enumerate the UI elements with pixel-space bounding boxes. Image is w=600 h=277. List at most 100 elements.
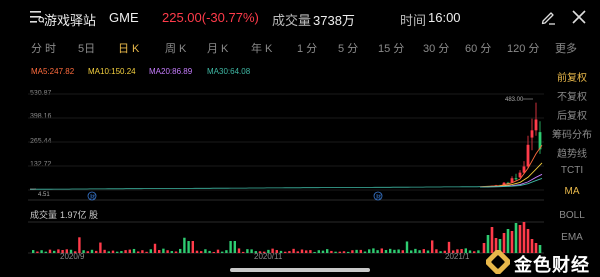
volume-bar [426, 250, 430, 253]
indicator-ema[interactable]: EMA [544, 232, 600, 243]
tab-60min[interactable]: 60 分 [465, 40, 491, 56]
candle [518, 172, 522, 178]
indicator-boll[interactable]: BOLL [544, 210, 600, 221]
volume-bar [292, 248, 295, 253]
kline-chart[interactable]: 483.00 4.51 财 财 [0, 60, 544, 255]
volume-bar [40, 250, 43, 253]
volume-bar [418, 250, 421, 253]
volume-bar [363, 251, 367, 253]
tab-more[interactable]: 更多 [555, 40, 577, 56]
volume-bar [48, 249, 52, 253]
adjust-forward[interactable]: 前复权 [544, 69, 600, 84]
volume-bar [145, 251, 148, 253]
volume-bar [368, 249, 371, 253]
volume-bar [393, 249, 396, 253]
volume-bar [229, 241, 232, 253]
volume-bar [522, 222, 526, 253]
candle [530, 130, 534, 138]
volume-bar [526, 229, 530, 253]
volume-bar [179, 248, 182, 253]
volume-bar [103, 249, 106, 253]
candle [534, 119, 538, 131]
close-icon[interactable] [572, 10, 586, 24]
volume-bar [36, 251, 39, 253]
volume-bar [305, 250, 308, 253]
volume-bar [482, 243, 486, 253]
volume-bar [347, 251, 350, 253]
volume-bar [242, 251, 245, 253]
chip-distribution[interactable]: 筹码分布 [544, 126, 600, 141]
stock-name: 游戏驿站 [44, 13, 97, 28]
volume-bar [326, 249, 329, 253]
volume-bar [120, 251, 123, 253]
tab-30min[interactable]: 30 分 [423, 40, 449, 56]
time-label: 时间 [400, 13, 427, 28]
volume-bar [124, 250, 127, 253]
volume-bar [376, 250, 379, 253]
volume-bar [225, 250, 228, 253]
volume-bar [405, 241, 409, 253]
volume-bar [208, 250, 211, 253]
volume-bar [338, 251, 341, 253]
volume-bar [128, 249, 131, 253]
volume-bar [174, 251, 178, 253]
volume-bar [250, 249, 253, 253]
volume-bar [78, 237, 81, 253]
adjust-none[interactable]: 不复权 [544, 88, 600, 103]
high-marker: 483.00 [505, 97, 533, 103]
watermark-logo-icon [486, 250, 510, 274]
candle [510, 178, 514, 183]
volume-bar [183, 237, 186, 253]
indicator-ma[interactable]: MA [544, 186, 600, 197]
period-tabs: 分 时 5日 日 K 周 K 月 K 年 K 1 分 5 分 15 分 30 分… [0, 40, 600, 60]
volume-bar [296, 251, 299, 253]
volume-bar [313, 251, 316, 253]
x-tick-label: 2020/11 [254, 252, 283, 261]
edit-icon[interactable] [540, 9, 556, 25]
volume-bar [514, 223, 518, 253]
volume-bar [216, 249, 220, 253]
volume-bar [246, 249, 249, 253]
event-marker-label: 财 [90, 194, 95, 201]
volume-label: 成交量 [272, 13, 312, 28]
candle [526, 144, 530, 167]
volume-bars [32, 222, 542, 253]
volume-value: 3738万 [313, 13, 355, 28]
volume-bar [351, 250, 354, 253]
tab-yearly-k[interactable]: 年 K [251, 40, 272, 56]
tab-15min[interactable]: 15 分 [378, 40, 404, 56]
menu-icon[interactable] [30, 11, 44, 23]
volume-bar [414, 248, 417, 253]
volume-bar [401, 250, 404, 253]
volume-bar [330, 250, 333, 253]
volume-bar [191, 241, 194, 253]
grid-lines [28, 93, 544, 254]
tab-5min[interactable]: 5 分 [338, 40, 358, 56]
trend-line[interactable]: 趋势线 [544, 145, 600, 160]
volume-bar [53, 250, 56, 253]
tab-monthly-k[interactable]: 月 K [207, 40, 228, 56]
home-indicator[interactable] [230, 268, 370, 272]
tab-daily-k[interactable]: 日 K [118, 40, 139, 56]
tab-1min[interactable]: 1 分 [297, 40, 317, 56]
event-marker-label: 财 [376, 194, 381, 201]
volume-bar [32, 250, 35, 253]
volume-bar [397, 249, 400, 253]
volume-bar [187, 241, 190, 253]
event-marker[interactable]: 财 [87, 191, 97, 201]
event-marker[interactable]: 财 [373, 191, 383, 201]
volume-bar [149, 249, 152, 253]
volume-bar [158, 250, 161, 253]
volume-bar [355, 249, 358, 253]
volume-bar [439, 251, 442, 253]
tab-intraday[interactable]: 分 时 [31, 40, 56, 56]
volume-legend-label: 成交量 [30, 210, 58, 220]
tab-120min[interactable]: 120 分 [507, 40, 539, 56]
stock-ticker: GME [109, 10, 139, 25]
adjust-backward[interactable]: 后复权 [544, 107, 600, 122]
indicator-tcti[interactable]: TCTI [544, 165, 600, 176]
volume-bar [166, 250, 169, 253]
volume-bar [162, 248, 165, 253]
tab-weekly-k[interactable]: 周 K [165, 40, 186, 56]
tab-5day[interactable]: 5日 [78, 40, 95, 56]
